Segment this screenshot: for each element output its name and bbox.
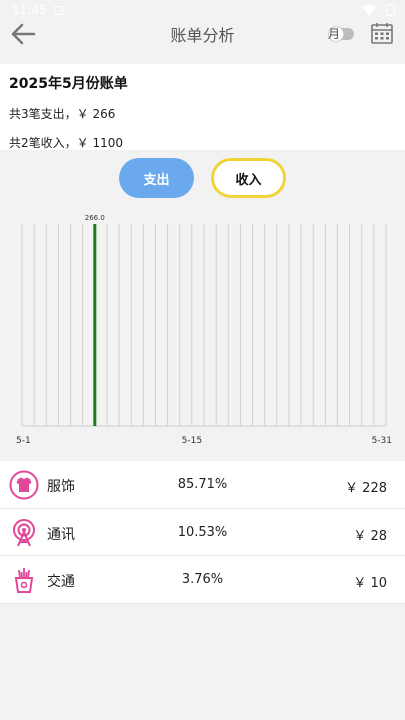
- income-summary: 共2笔收入，￥ 1100: [9, 136, 123, 150]
- status-time: 11:45: [12, 3, 47, 17]
- x-tick-label: 5-31: [372, 436, 392, 446]
- category-row-telecom[interactable]: 通讯 10.53% ￥ 28: [0, 509, 405, 556]
- category-amount: ￥ 28: [353, 528, 387, 544]
- notification-icon: [54, 6, 63, 15]
- category-row-clothing[interactable]: 服饰 85.71% ￥ 228: [0, 461, 405, 509]
- bill-heading: 2025年5月份账单: [9, 76, 128, 92]
- calendar-icon[interactable]: [370, 21, 394, 45]
- category-amount: ￥ 228: [345, 481, 387, 496]
- status-bar: 11:45: [0, 0, 405, 22]
- expense-tab-button[interactable]: 支出: [119, 158, 194, 198]
- bar-value-label: 266.0: [85, 214, 105, 222]
- battery-icon: [386, 4, 395, 16]
- expense-summary: 共3笔支出，￥ 266: [9, 107, 116, 121]
- income-tab-button[interactable]: 收入: [211, 158, 286, 198]
- category-percent: 10.53%: [177, 524, 228, 540]
- category-list: 服饰 85.71% ￥ 228 通讯 10.53% ￥ 28 交通 3.76% …: [0, 461, 405, 604]
- wifi-icon: [362, 4, 376, 16]
- summary-panel: 2025年5月份账单 共3笔支出，￥ 266 共2笔收入，￥ 1100: [0, 64, 405, 150]
- category-row-transport[interactable]: 交通 3.76% ￥ 10: [0, 556, 405, 604]
- x-tick-label: 5-1: [16, 436, 31, 446]
- toggle-label: 月: [328, 27, 341, 41]
- category-percent: 3.76%: [181, 572, 224, 587]
- category-amount: ￥ 10: [353, 576, 387, 591]
- x-tick-label: 5-15: [182, 436, 202, 446]
- daily-chart: 266.0 5-1 5-15 5-31: [16, 214, 392, 446]
